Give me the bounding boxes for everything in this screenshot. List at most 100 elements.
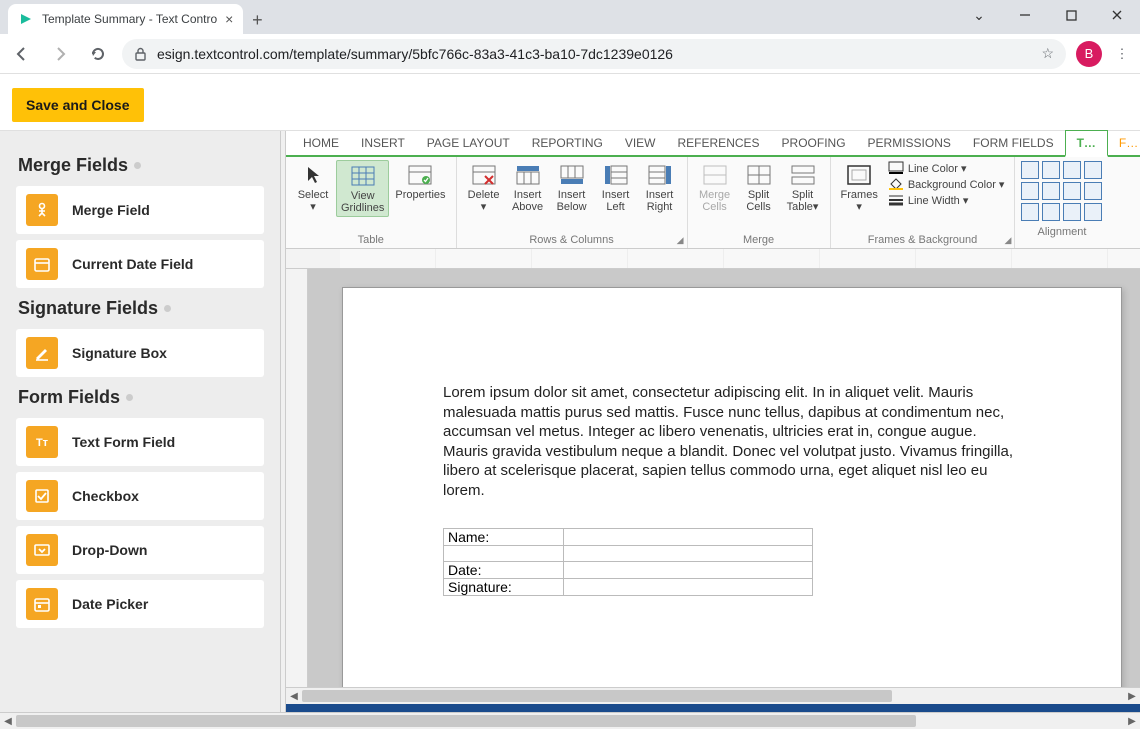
split-cells-icon	[745, 162, 773, 188]
table-cell-label[interactable]: Name:	[444, 529, 564, 546]
nav-reload-button[interactable]	[84, 40, 112, 68]
checkbox-icon	[26, 480, 58, 512]
table-cell-value[interactable]	[564, 529, 813, 546]
scroll-right-icon[interactable]: ▶	[1124, 713, 1140, 729]
ribbon-delete-button[interactable]: Delete ▾	[463, 160, 505, 215]
ribbon-properties-button[interactable]: Properties	[391, 160, 449, 203]
sidebar-item-date-picker[interactable]: Date Picker	[16, 580, 264, 628]
page-horizontal-scrollbar[interactable]: ◀ ▶	[0, 712, 1140, 729]
align-bot-justify[interactable]	[1084, 203, 1102, 221]
align-mid-justify[interactable]	[1084, 182, 1102, 200]
sidebar-item-current-date[interactable]: Current Date Field	[16, 240, 264, 288]
scroll-right-icon[interactable]: ▶	[1124, 688, 1140, 704]
table-cell-label[interactable]	[444, 546, 564, 562]
ribbon-line-width-button[interactable]: Line Width ▾	[888, 192, 1005, 208]
table-cell-value[interactable]	[564, 562, 813, 579]
ribbon-insert-below-button[interactable]: Insert Below	[551, 160, 593, 215]
table-cell-value[interactable]	[564, 546, 813, 562]
table-cell-label[interactable]: Date:	[444, 562, 564, 579]
ribbon-tab-references[interactable]: REFERENCES	[667, 131, 771, 155]
browser-tab-active[interactable]: Template Summary - Text Contro ×	[8, 4, 243, 34]
ribbon-bg-color-button[interactable]: Background Color ▾	[888, 176, 1005, 192]
document-canvas[interactable]: Lorem ipsum dolor sit amet, consectetur …	[308, 269, 1140, 687]
document-page[interactable]: Lorem ipsum dolor sit amet, consectetur …	[342, 287, 1122, 687]
window-dropdown-icon[interactable]: ⌄	[956, 0, 1002, 30]
nav-forward-button[interactable]	[46, 40, 74, 68]
document-table[interactable]: Name: Date: Signature:	[443, 528, 813, 596]
scroll-thumb[interactable]	[16, 715, 916, 727]
ribbon-frames-button[interactable]: Frames ▾	[837, 160, 882, 215]
split-table-icon	[789, 162, 817, 188]
window-maximize-icon[interactable]	[1048, 0, 1094, 30]
ribbon-tab-home[interactable]: HOME	[292, 131, 350, 155]
editor-horizontal-scrollbar[interactable]: ◀ ▶	[286, 687, 1140, 704]
svg-text:Tᴛ: Tᴛ	[36, 437, 49, 449]
profile-avatar[interactable]: B	[1076, 41, 1102, 67]
ribbon-insert-right-button[interactable]: Insert Right	[639, 160, 681, 215]
paragraph-text[interactable]: Lorem ipsum dolor sit amet, consectetur …	[443, 383, 1021, 500]
scroll-left-icon[interactable]: ◀	[286, 688, 302, 704]
titlebar: Template Summary - Text Contro × + ⌄	[0, 0, 1140, 34]
sidebar-item-merge-field[interactable]: Merge Field	[16, 186, 264, 234]
window-close-icon[interactable]	[1094, 0, 1140, 30]
scroll-left-icon[interactable]: ◀	[0, 713, 16, 729]
delete-table-icon	[470, 162, 498, 188]
align-mid-right[interactable]	[1063, 182, 1081, 200]
gridlines-icon	[349, 163, 377, 189]
align-top-right[interactable]	[1063, 161, 1081, 179]
dialog-launcher-icon[interactable]: ◢	[1005, 235, 1012, 246]
omnibox[interactable]: esign.textcontrol.com/template/summary/5…	[122, 39, 1066, 69]
nav-back-button[interactable]	[8, 40, 36, 68]
ribbon-line-color-button[interactable]: Line Color ▾	[888, 160, 1005, 176]
ribbon-tab-insert[interactable]: INSERT	[350, 131, 416, 155]
tab-close-icon[interactable]: ×	[225, 11, 233, 27]
page-topbar: Save and Close	[0, 74, 1140, 130]
align-top-justify[interactable]	[1084, 161, 1102, 179]
ruler-vertical[interactable]	[286, 269, 308, 687]
ribbon-view-gridlines-button[interactable]: View Gridlines	[336, 160, 389, 217]
dot-icon	[164, 305, 171, 312]
scroll-thumb[interactable]	[302, 690, 892, 702]
tab-title: Template Summary - Text Contro	[42, 12, 217, 26]
align-mid-center[interactable]	[1042, 182, 1060, 200]
ribbon-tab-form-fields[interactable]: FORM FIELDS	[962, 131, 1065, 155]
ribbon-tab-permissions[interactable]: PERMISSIONS	[857, 131, 962, 155]
dialog-launcher-icon[interactable]: ◢	[677, 235, 684, 246]
sidebar-item-label: Checkbox	[72, 488, 139, 504]
ribbon-tab-table-layout[interactable]: T…	[1065, 130, 1108, 157]
ribbon-group-merge: Merge Cells Split Cells Split Table▾ Mer…	[688, 157, 831, 248]
ruler-horizontal[interactable]	[286, 249, 1140, 269]
sidebar-item-text-form-field[interactable]: Tᴛ Text Form Field	[16, 418, 264, 466]
sidebar-item-checkbox[interactable]: Checkbox	[16, 472, 264, 520]
save-and-close-button[interactable]: Save and Close	[12, 88, 144, 122]
browser-menu-icon[interactable]: ⋮	[1112, 46, 1132, 62]
ribbon-split-cells-button[interactable]: Split Cells	[738, 160, 780, 215]
align-mid-left[interactable]	[1021, 182, 1039, 200]
align-bot-right[interactable]	[1063, 203, 1081, 221]
insert-above-icon	[514, 162, 542, 188]
dot-icon	[126, 394, 133, 401]
align-bot-center[interactable]	[1042, 203, 1060, 221]
ribbon-insert-above-button[interactable]: Insert Above	[507, 160, 549, 215]
properties-icon	[406, 162, 434, 188]
ribbon-split-table-button[interactable]: Split Table▾	[782, 160, 824, 215]
ribbon-tab-page-layout[interactable]: PAGE LAYOUT	[416, 131, 521, 155]
ribbon-tab-view[interactable]: VIEW	[614, 131, 667, 155]
ribbon-group-label: Frames & Background◢	[831, 233, 1015, 248]
window-minimize-icon[interactable]	[1002, 0, 1048, 30]
new-tab-button[interactable]: +	[243, 6, 271, 34]
bookmark-star-icon[interactable]: ☆	[1041, 45, 1054, 62]
align-top-center[interactable]	[1042, 161, 1060, 179]
ribbon-tab-proofing[interactable]: PROOFING	[771, 131, 857, 155]
ribbon-tab-overflow[interactable]: F…	[1108, 131, 1140, 155]
table-cell-value[interactable]	[564, 579, 813, 596]
sidebar-item-signature-box[interactable]: Signature Box	[16, 329, 264, 377]
frames-icon	[845, 162, 873, 188]
ribbon-insert-left-button[interactable]: Insert Left	[595, 160, 637, 215]
table-cell-label[interactable]: Signature:	[444, 579, 564, 596]
align-bot-left[interactable]	[1021, 203, 1039, 221]
ribbon-tab-reporting[interactable]: REPORTING	[521, 131, 614, 155]
ribbon-select-button[interactable]: Select ▾	[292, 160, 334, 215]
sidebar-item-dropdown[interactable]: Drop-Down	[16, 526, 264, 574]
align-top-left[interactable]	[1021, 161, 1039, 179]
